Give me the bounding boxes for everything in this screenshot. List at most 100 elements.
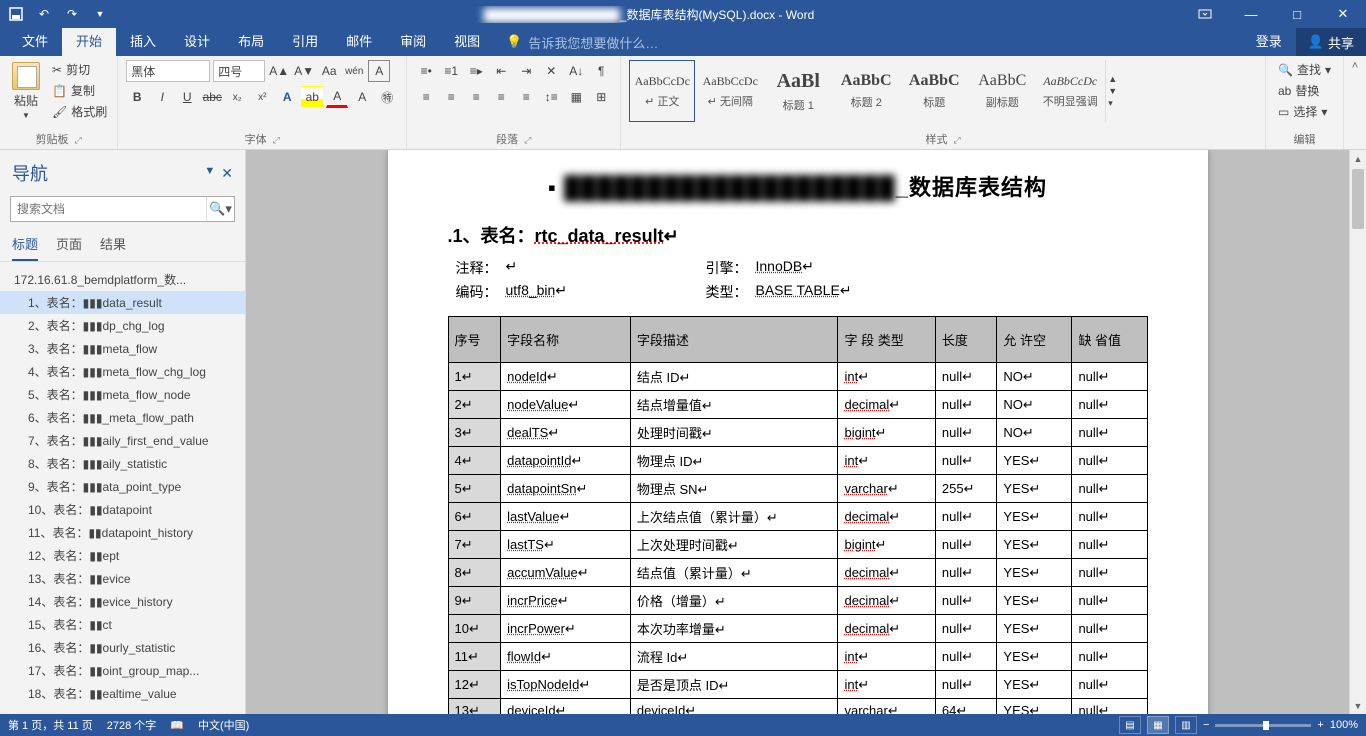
redo-icon[interactable]: ↷ [62, 4, 82, 24]
nav-item[interactable]: 4、表名：▮▮▮meta_flow_chg_log [0, 360, 245, 383]
subscript-button[interactable]: x₂ [226, 86, 248, 108]
font-launcher-icon[interactable]: ⤢ [267, 135, 280, 145]
nav-item[interactable]: 18、表名：▮▮ealtime_value [0, 682, 245, 705]
login-button[interactable]: 登录 [1242, 28, 1296, 56]
style-↵ 正文[interactable]: AaBbCcDc↵ 正文 [629, 60, 695, 122]
indent-inc-icon[interactable]: ⇥ [515, 60, 537, 82]
line-spacing-icon[interactable]: ↕≡ [540, 86, 562, 108]
nav-item[interactable]: 2、表名：▮▮▮dp_chg_log [0, 314, 245, 337]
format-painter-button[interactable]: 🖌格式刷 [50, 102, 109, 121]
font-name-combo[interactable]: 黑体 [126, 60, 210, 82]
shrink-font-icon[interactable]: A▼ [293, 60, 315, 82]
shading-icon[interactable]: ▦ [565, 86, 587, 108]
tab-insert[interactable]: 插入 [116, 28, 170, 56]
styles-up-icon[interactable]: ▲ [1108, 74, 1123, 84]
close-icon[interactable]: ✕ [1320, 0, 1366, 28]
char-border-icon[interactable]: A [368, 60, 390, 82]
sort-icon[interactable]: A↓ [565, 60, 587, 82]
status-page[interactable]: 第 1 页，共 11 页 [8, 717, 93, 733]
status-language[interactable]: 中文(中国) [198, 717, 249, 733]
italic-button[interactable]: I [151, 86, 173, 108]
highlight-icon[interactable]: ab [301, 86, 323, 108]
spellcheck-icon[interactable]: 📖 [170, 719, 184, 732]
borders-icon[interactable]: ⊞ [590, 86, 612, 108]
zoom-out-icon[interactable]: − [1203, 719, 1209, 731]
search-input[interactable] [11, 197, 206, 221]
change-case-icon[interactable]: Aa [318, 60, 340, 82]
phonetic-guide-icon[interactable]: wén [343, 60, 365, 82]
bullets-icon[interactable]: ≡• [415, 60, 437, 82]
font-color-icon[interactable]: A [326, 86, 348, 108]
style-标题[interactable]: AaBbC标题 [901, 60, 967, 122]
scroll-up-icon[interactable]: ▲ [1350, 150, 1366, 167]
enclosed-char-icon[interactable]: ㊕ [376, 86, 398, 108]
char-shading-icon[interactable]: A [351, 86, 373, 108]
nav-item[interactable]: 14、表名：▮▮evice_history [0, 590, 245, 613]
print-layout-icon[interactable]: ▦ [1147, 716, 1169, 734]
align-right-icon[interactable]: ≡ [465, 86, 487, 108]
scroll-thumb[interactable] [1352, 169, 1364, 229]
style-标题 1[interactable]: AaBl标题 1 [765, 60, 831, 122]
collapse-ribbon-icon[interactable]: ˄ [1352, 60, 1358, 72]
nav-item[interactable]: 17、表名：▮▮oint_group_map... [0, 659, 245, 682]
nav-item[interactable]: 11、表名：▮▮datapoint_history [0, 521, 245, 544]
superscript-button[interactable]: x² [251, 86, 273, 108]
nav-item[interactable]: 13、表名：▮▮evice [0, 567, 245, 590]
nav-item[interactable]: 1、表名：▮▮▮data_result [0, 291, 245, 314]
tab-file[interactable]: 文件 [8, 28, 62, 56]
strike-button[interactable]: abc [201, 86, 223, 108]
style-副标题[interactable]: AaBbC副标题 [969, 60, 1035, 122]
undo-icon[interactable]: ↶ [34, 4, 54, 24]
nav-item[interactable]: 16、表名：▮▮ourly_statistic [0, 636, 245, 659]
zoom-slider[interactable] [1215, 724, 1311, 727]
tab-references[interactable]: 引用 [278, 28, 332, 56]
nav-item[interactable]: 6、表名：▮▮▮_meta_flow_path [0, 406, 245, 429]
tab-home[interactable]: 开始 [62, 28, 116, 56]
zoom-level[interactable]: 100% [1330, 719, 1358, 731]
nav-options-icon[interactable]: ▼ [204, 165, 215, 182]
tab-design[interactable]: 设计 [170, 28, 224, 56]
ribbon-options-icon[interactable] [1182, 0, 1228, 28]
asian-layout-icon[interactable]: ✕ [540, 60, 562, 82]
vertical-scrollbar[interactable]: ▲ ▼ [1349, 150, 1366, 714]
nav-tab-headings[interactable]: 标题 [12, 234, 38, 261]
grow-font-icon[interactable]: A▲ [268, 60, 290, 82]
distribute-icon[interactable]: ≡ [515, 86, 537, 108]
maximize-icon[interactable]: □ [1274, 0, 1320, 28]
scroll-down-icon[interactable]: ▼ [1350, 697, 1366, 714]
nav-item[interactable]: 3、表名：▮▮▮meta_flow [0, 337, 245, 360]
show-marks-icon[interactable]: ¶ [590, 60, 612, 82]
style-不明显强调[interactable]: AaBbCcDc不明显强调 [1037, 60, 1103, 122]
qat-customize-icon[interactable]: ▼ [90, 4, 110, 24]
nav-close-icon[interactable]: ✕ [221, 165, 233, 182]
share-button[interactable]: 👤共享 [1296, 28, 1366, 56]
style-标题 2[interactable]: AaBbC标题 2 [833, 60, 899, 122]
nav-item[interactable]: 9、表名：▮▮▮ata_point_type [0, 475, 245, 498]
nav-item[interactable]: 172.16.61.8_bemdplatform_数... [0, 268, 245, 291]
paragraph-launcher-icon[interactable]: ⤢ [518, 135, 531, 145]
clipboard-launcher-icon[interactable]: ⤢ [69, 135, 82, 145]
align-left-icon[interactable]: ≡ [415, 86, 437, 108]
nav-tab-pages[interactable]: 页面 [56, 234, 82, 261]
minimize-icon[interactable]: — [1228, 0, 1274, 28]
read-mode-icon[interactable]: ▤ [1119, 716, 1141, 734]
zoom-in-icon[interactable]: + [1317, 719, 1323, 731]
tab-view[interactable]: 视图 [440, 28, 494, 56]
find-button[interactable]: 🔍查找 ▾ [1274, 60, 1335, 79]
save-icon[interactable] [6, 4, 26, 24]
search-icon[interactable]: 🔍▾ [206, 197, 234, 221]
text-effects-icon[interactable]: A [276, 86, 298, 108]
indent-dec-icon[interactable]: ⇤ [490, 60, 512, 82]
multilevel-icon[interactable]: ≡▸ [465, 60, 487, 82]
web-layout-icon[interactable]: ▥ [1175, 716, 1197, 734]
paste-button[interactable]: 粘贴 ▼ [8, 60, 44, 122]
nav-item[interactable]: 7、表名：▮▮▮aily_first_end_value [0, 429, 245, 452]
nav-tab-results[interactable]: 结果 [100, 234, 126, 261]
copy-button[interactable]: 📋复制 [50, 81, 109, 100]
tab-review[interactable]: 审阅 [386, 28, 440, 56]
cut-button[interactable]: ✂剪切 [50, 60, 109, 79]
tab-layout[interactable]: 布局 [224, 28, 278, 56]
document-area[interactable]: ▪ ████████████████████_数据库表结构 .1、表名：rtc_… [246, 150, 1349, 714]
nav-item[interactable]: 5、表名：▮▮▮meta_flow_node [0, 383, 245, 406]
styles-down-icon[interactable]: ▼ [1108, 86, 1123, 96]
